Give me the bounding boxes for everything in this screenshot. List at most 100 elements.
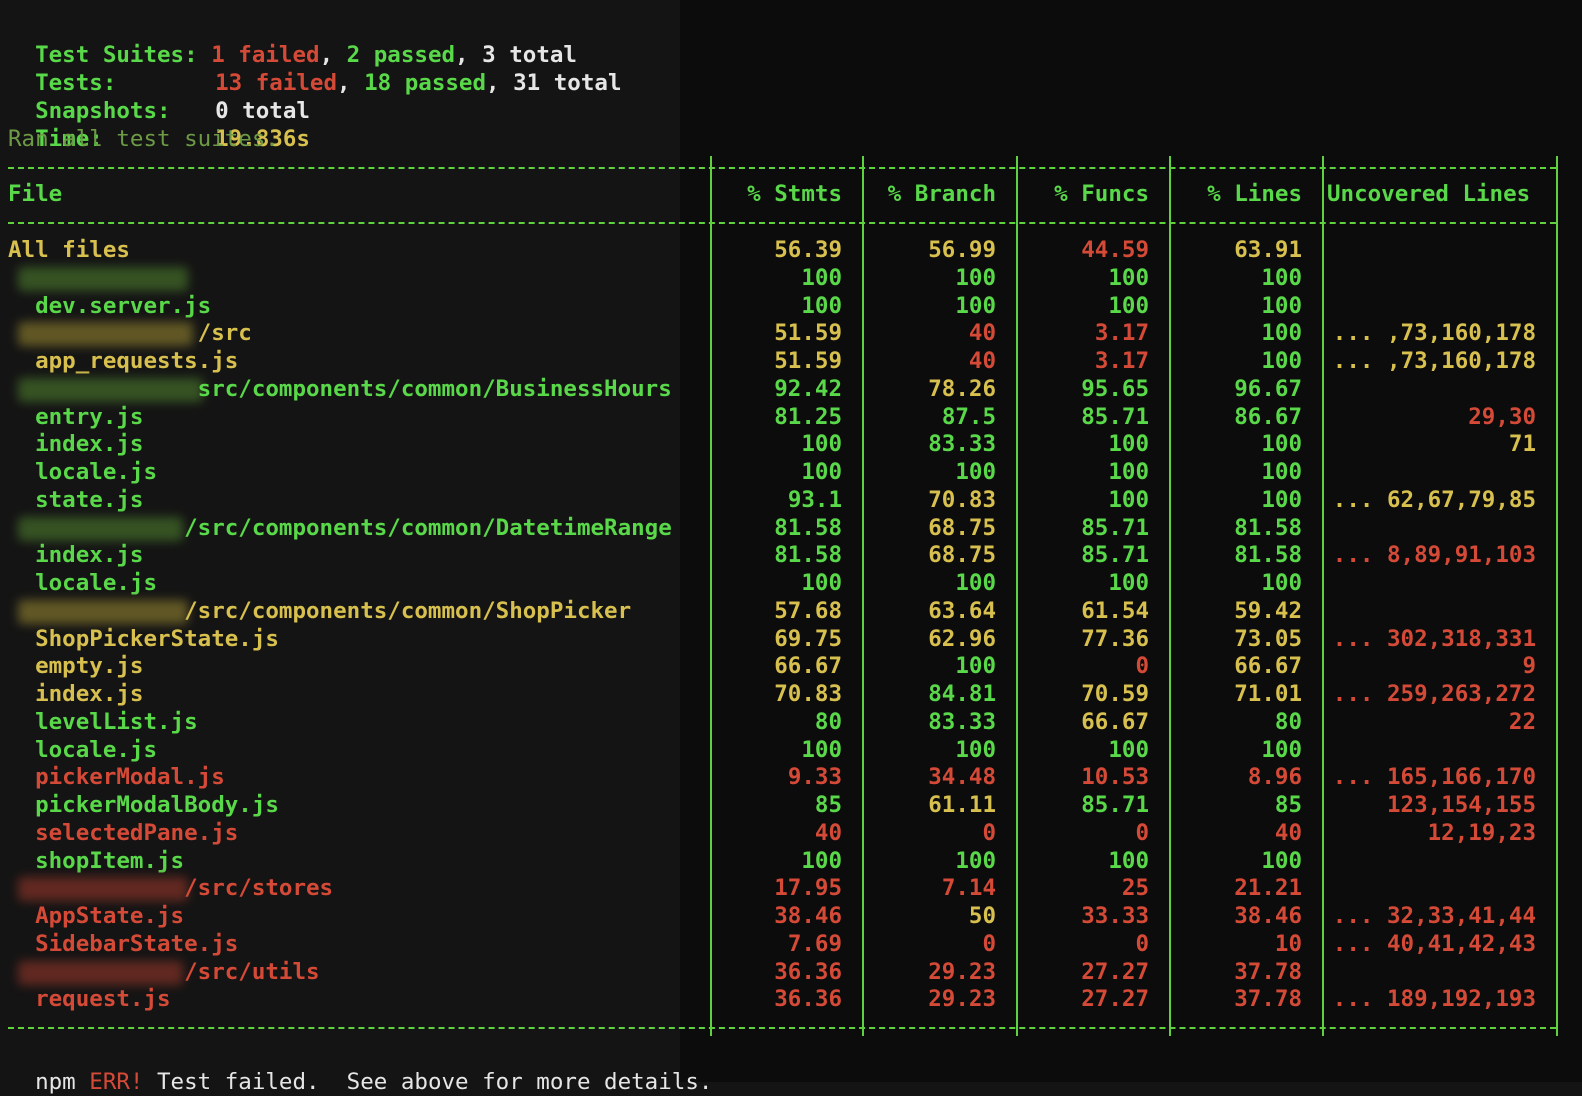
table-cell-value: 0: [982, 820, 996, 846]
table-cell-value: 10: [1274, 931, 1302, 957]
table-cell-value: 34.48: [928, 764, 996, 790]
table-cell-value: 100: [955, 459, 996, 485]
table-cell-value: 100: [955, 848, 996, 874]
header-uncovered-lines: Uncovered Lines: [1327, 181, 1531, 207]
table-cell-uncovered: ... 32,33,41,44: [1332, 903, 1536, 929]
table-cell-value: 78.26: [928, 376, 996, 402]
table-cell-value: 69.75: [774, 626, 842, 652]
table-cell-value: 33.33: [1081, 903, 1149, 929]
table-cell-value: 100: [1261, 737, 1302, 763]
table-cell-value: 29.23: [928, 959, 996, 985]
table-cell-uncovered: ... 8,89,91,103: [1332, 542, 1536, 568]
table-row-file: request.js: [8, 986, 171, 1012]
table-cell-value: 85.71: [1081, 792, 1149, 818]
table-row-file: selectedPane.js: [8, 820, 239, 846]
table-cell-value: 70.59: [1081, 681, 1149, 707]
table-cell-value: 29.23: [928, 986, 996, 1012]
table-cell-value: 100: [1261, 570, 1302, 596]
table-cell-value: 63.64: [928, 598, 996, 624]
table-cell-value: 100: [1108, 459, 1149, 485]
npm-error-line: npm ERR! Test failed. See above for more…: [8, 1040, 712, 1096]
table-row-file: pickerModalBody.js: [8, 792, 279, 818]
table-cell-value: 86.67: [1234, 404, 1302, 430]
table-cell-value: 38.46: [774, 903, 842, 929]
table-cell-value: 100: [801, 431, 842, 457]
table-cell-value: 100: [801, 848, 842, 874]
table-cell-uncovered: 123,154,155: [1386, 792, 1536, 818]
table-cell-value: 38.46: [1234, 903, 1302, 929]
table-cell-value: 51.59: [774, 348, 842, 374]
tests-total: 31 total: [513, 70, 622, 96]
table-cell-value: 37.78: [1234, 959, 1302, 985]
table-cell-value: 7.14: [941, 875, 996, 901]
table-cell-value: 27.27: [1081, 986, 1149, 1012]
table-row-file: SidebarState.js: [8, 931, 239, 957]
table-row-file: app_requests.js: [8, 348, 239, 374]
table-cell-value: 83.33: [928, 709, 996, 735]
table-cell-value: 85: [1274, 792, 1302, 818]
header-file: File: [8, 181, 63, 207]
npm-err-label: ERR!: [89, 1069, 144, 1095]
table-cell-value: 85: [814, 792, 842, 818]
table-cell-value: 93.1: [787, 487, 842, 513]
redacted-path: [18, 267, 188, 291]
table-cell-value: 100: [955, 653, 996, 679]
table-cell-value: 100: [801, 459, 842, 485]
table-cell-value: 100: [1108, 737, 1149, 763]
table-cell-value: 100: [1261, 431, 1302, 457]
table-cell-value: 80: [814, 709, 842, 735]
table-row-file: src/components/common/BusinessHours: [8, 376, 672, 402]
table-column-separator: [862, 156, 864, 1036]
table-cell-value: 100: [955, 265, 996, 291]
table-row-file: All files: [8, 237, 130, 263]
table-cell-uncovered: 12,19,23: [1427, 820, 1536, 846]
table-cell-value: 81.58: [1234, 515, 1302, 541]
table-cell-value: 100: [1261, 348, 1302, 374]
table-row-file: /src/utils: [8, 959, 320, 985]
table-row-file: locale.js: [8, 737, 158, 763]
table-cell-value: 100: [1108, 848, 1149, 874]
table-cell-value: 84.81: [928, 681, 996, 707]
table-cell-uncovered: ... ,73,160,178: [1332, 348, 1536, 374]
table-cell-value: 100: [1261, 487, 1302, 513]
table-row-file: empty.js: [8, 653, 144, 679]
header-branch: % Branch: [887, 181, 996, 207]
table-cell-value: 81.58: [774, 515, 842, 541]
table-cell-value: 50: [968, 903, 996, 929]
table-cell-value: 100: [1261, 293, 1302, 319]
table-cell-value: 62.96: [928, 626, 996, 652]
table-cell-value: 81.58: [774, 542, 842, 568]
table-cell-value: 56.99: [928, 237, 996, 263]
table-cell-value: 3.17: [1094, 320, 1149, 346]
table-cell-value: 73.05: [1234, 626, 1302, 652]
table-cell-uncovered: 22: [1508, 709, 1536, 735]
table-cell-uncovered: ... 302,318,331: [1332, 626, 1536, 652]
table-cell-value: 100: [955, 737, 996, 763]
table-cell-value: 85.71: [1081, 542, 1149, 568]
table-row-file: levelList.js: [8, 709, 198, 735]
table-cell-value: 51.59: [774, 320, 842, 346]
table-cell-uncovered: ... 165,166,170: [1332, 764, 1536, 790]
table-cell-value: 92.42: [774, 376, 842, 402]
table-cell-value: 100: [801, 570, 842, 596]
table-cell-value: 68.75: [928, 542, 996, 568]
table-cell-value: 81.25: [774, 404, 842, 430]
table-column-separator: [1322, 156, 1324, 1036]
table-cell-value: 85.71: [1081, 515, 1149, 541]
table-cell-value: 66.67: [774, 653, 842, 679]
table-cell-value: 40: [968, 320, 996, 346]
npm-error-message: Test failed. See above for more details.: [157, 1069, 713, 1095]
table-row-file: index.js: [8, 542, 144, 568]
table-cell-value: 68.75: [928, 515, 996, 541]
table-cell-value: 44.59: [1081, 237, 1149, 263]
table-cell-uncovered: ... 62,67,79,85: [1332, 487, 1536, 513]
table-cell-value: 70.83: [774, 681, 842, 707]
table-cell-uncovered: 9: [1522, 653, 1536, 679]
table-cell-value: 59.42: [1234, 598, 1302, 624]
table-cell-value: 10.53: [1081, 764, 1149, 790]
table-cell-value: 61.11: [928, 792, 996, 818]
table-cell-value: 0: [1135, 931, 1149, 957]
table-cell-value: 100: [801, 737, 842, 763]
table-row-file: index.js: [8, 681, 144, 707]
table-row-file: state.js: [8, 487, 144, 513]
